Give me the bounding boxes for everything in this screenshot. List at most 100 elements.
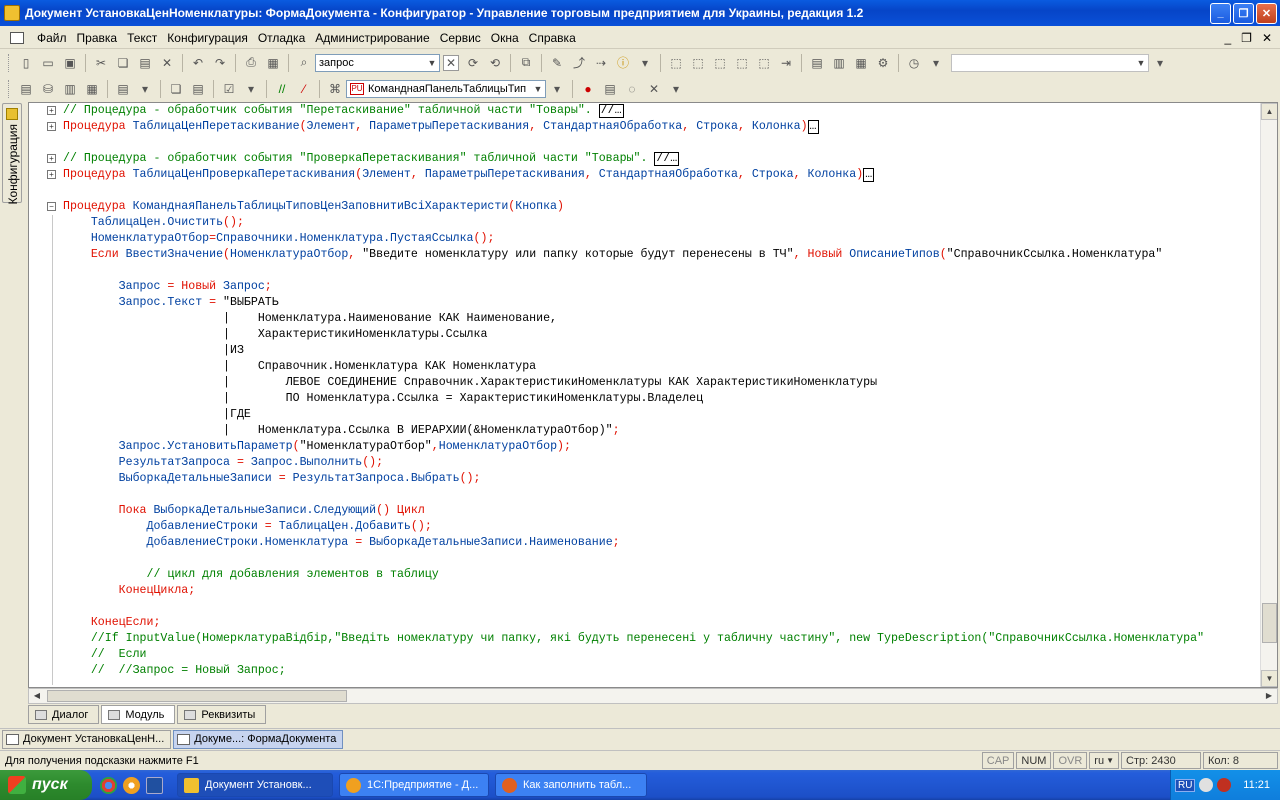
new-document-icon[interactable]: ▯	[18, 55, 34, 71]
chevron-down-icon[interactable]: ▼	[531, 84, 545, 94]
code-line[interactable]: + // Процедура - обработчик события "Пров…	[45, 151, 1259, 167]
replace-icon[interactable]: ⧉	[518, 55, 534, 71]
horizontal-scroll-thumb[interactable]	[47, 690, 347, 702]
tab-attributes[interactable]: Реквизиты	[177, 705, 267, 724]
window-tile-icon[interactable]: ▥	[831, 55, 847, 71]
info-icon[interactable]: ⓘ	[615, 55, 631, 71]
scroll-right-icon[interactable]: ▶	[1261, 689, 1277, 703]
table-icon[interactable]: ▦	[84, 81, 100, 97]
dropdown-arrow-icon[interactable]: ▾	[243, 81, 259, 97]
code-line[interactable]: Если ВвестиЗначение(НоменклатураОтбор, "…	[45, 247, 1259, 263]
update-icon[interactable]: ⬚	[712, 55, 728, 71]
merge-icon[interactable]: ⬚	[690, 55, 706, 71]
code-line[interactable]: + Процедура ТаблицаЦенПеретаскивание(Элем…	[45, 119, 1259, 135]
menu-help[interactable]: Справка	[524, 31, 581, 45]
code-line[interactable]: | ЛЕВОЕ СОЕДИНЕНИЕ Справочник.Характерис…	[45, 375, 1259, 391]
menu-debug[interactable]: Отладка	[253, 31, 310, 45]
mdi-restore-button[interactable]: ❐	[1241, 31, 1252, 45]
save-icon[interactable]: ▣	[62, 55, 78, 71]
find-icon[interactable]: ⌕	[296, 55, 312, 71]
code-line[interactable]: + Процедура ТаблицаЦенПроверкаПеретаскива…	[45, 167, 1259, 183]
code-line[interactable]: ДобавлениеСтроки.Номенклатура = ВыборкаД…	[45, 535, 1259, 551]
undo-icon[interactable]: ↶	[190, 55, 206, 71]
start-button[interactable]: пуск	[0, 770, 92, 800]
minimize-button[interactable]: _	[1210, 2, 1231, 24]
code-area[interactable]: + // Процедура - обработчик события "Пере…	[45, 103, 1259, 679]
code-line[interactable]: Запрос.Текст = "ВЫБРАТЬ	[45, 295, 1259, 311]
timer-icon[interactable]: ◷	[906, 55, 922, 71]
menu-edit[interactable]: Правка	[72, 31, 123, 45]
procedures-list-icon[interactable]: ⌘	[327, 81, 343, 97]
desktop-icon[interactable]	[146, 776, 163, 794]
code-line[interactable]	[45, 487, 1259, 503]
paste-icon[interactable]: ▤	[190, 81, 206, 97]
code-line[interactable]	[45, 135, 1259, 151]
code-line[interactable]: //If InputValue(НомерклатураВідбір,"Введ…	[45, 631, 1259, 647]
code-line[interactable]: РезультатЗапроса = Запрос.Выполнить();	[45, 455, 1259, 471]
code-line[interactable]: |ГДЕ	[45, 407, 1259, 423]
chevron-down-icon[interactable]: ▼	[425, 58, 439, 68]
menu-service[interactable]: Сервис	[435, 31, 486, 45]
print-icon[interactable]: ⎙	[243, 55, 259, 71]
code-line[interactable]: + // Процедура - обработчик события "Пере…	[45, 103, 1259, 119]
next-step-icon[interactable]: ⇥	[778, 55, 794, 71]
compare-icon[interactable]: ⬚	[668, 55, 684, 71]
code-line[interactable]: НоменклатураОтбор=Справочники.Номенклату…	[45, 231, 1259, 247]
code-line[interactable]: Запрос.УстановитьПараметр("НоменклатураО…	[45, 439, 1259, 455]
search-combo[interactable]: запрос ▼	[315, 53, 440, 72]
network-icon[interactable]	[1217, 778, 1232, 792]
code-line[interactable]: | ХарактеристикиНоменклатуры.Ссылка	[45, 327, 1259, 343]
dropdown-arrow-icon[interactable]: ▾	[1152, 55, 1168, 71]
disable-breakpoint-icon[interactable]: ◌	[624, 81, 640, 97]
code-line[interactable]	[45, 551, 1259, 567]
syntax-helper-icon[interactable]: ✎	[549, 55, 565, 71]
language-indicator[interactable]: ru ▼	[1089, 752, 1119, 769]
database-icon[interactable]: ⛁	[40, 81, 56, 97]
close-button[interactable]: ✕	[1256, 2, 1277, 24]
empty-combo[interactable]: ▼	[951, 53, 1149, 72]
code-line[interactable]: | Номенклатура.Наименование КАК Наименов…	[45, 311, 1259, 327]
comment-icon[interactable]: //	[274, 81, 290, 97]
scroll-up-icon[interactable]: ▲	[1261, 103, 1277, 120]
expand-icon[interactable]: +	[47, 122, 56, 131]
breakpoint-list-icon[interactable]: ▤	[602, 81, 618, 97]
module-icon[interactable]: ▥	[62, 81, 78, 97]
window-arrange-icon[interactable]: ▦	[853, 55, 869, 71]
task-configurator[interactable]: Документ Установк...	[177, 773, 333, 797]
code-line[interactable]	[45, 263, 1259, 279]
delete-icon[interactable]: ✕	[159, 55, 175, 71]
collapsed-block[interactable]: //…	[654, 152, 680, 166]
menu-configuration[interactable]: Конфигурация	[162, 31, 253, 45]
window-cascade-icon[interactable]: ▤	[809, 55, 825, 71]
list-icon[interactable]: ▤	[115, 81, 131, 97]
redo-icon[interactable]: ↷	[212, 55, 228, 71]
goto-icon[interactable]: ⇢	[593, 55, 609, 71]
dropdown-arrow-icon[interactable]: ▾	[549, 81, 565, 97]
code-line[interactable]	[45, 599, 1259, 615]
task-enterprise[interactable]: 1С:Предприятие - Д...	[339, 773, 489, 797]
horizontal-scrollbar[interactable]: ◀ ▶	[28, 688, 1278, 704]
code-line[interactable]	[45, 183, 1259, 199]
properties-icon[interactable]: ⚙	[875, 55, 891, 71]
tab-dialog[interactable]: Диалог	[28, 705, 100, 724]
task-browser[interactable]: Как заполнить табл...	[495, 773, 647, 797]
remove-breakpoints-icon[interactable]: ✕	[646, 81, 662, 97]
collapsed-block[interactable]: …	[863, 168, 875, 182]
code-line[interactable]: ТаблицаЦен.Очистить();	[45, 215, 1259, 231]
menu-windows[interactable]: Окна	[486, 31, 524, 45]
procedure-combo[interactable]: PU КоманднаяПанельТаблицыТип ▼	[346, 79, 546, 98]
code-line[interactable]: // //Запрос = Новый Запрос;	[45, 663, 1259, 679]
tab-module[interactable]: Модуль	[101, 705, 176, 724]
menu-administration[interactable]: Администрирование	[310, 31, 434, 45]
open-folder-icon[interactable]: ▭	[40, 55, 56, 71]
expand-icon[interactable]: +	[47, 106, 56, 115]
code-line[interactable]: КонецЕсли;	[45, 615, 1259, 631]
expand-icon[interactable]: +	[47, 170, 56, 179]
code-line[interactable]: |ИЗ	[45, 343, 1259, 359]
configuration-icon[interactable]: ▤	[18, 81, 34, 97]
code-line[interactable]: // Если	[45, 647, 1259, 663]
vertical-scroll-thumb[interactable]	[1262, 603, 1277, 643]
dropdown-arrow-icon[interactable]: ▾	[668, 81, 684, 97]
expand-icon[interactable]: +	[47, 154, 56, 163]
release-icon[interactable]: ⬚	[756, 55, 772, 71]
